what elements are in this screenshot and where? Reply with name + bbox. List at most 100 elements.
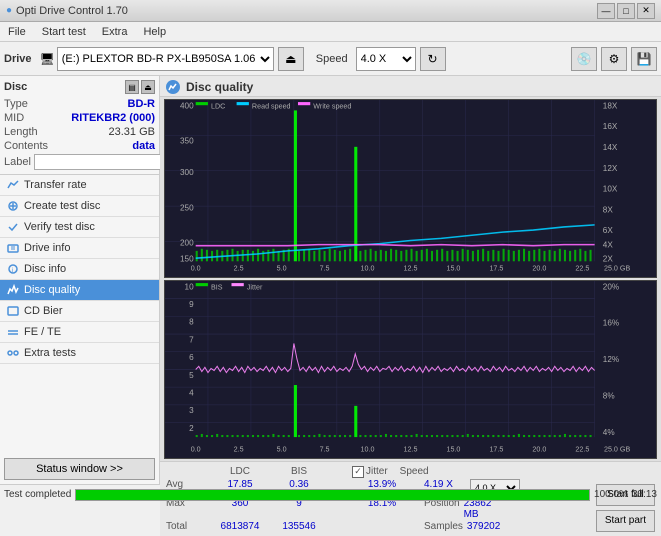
svg-text:15.0: 15.0: [446, 444, 460, 453]
samples-value: 379202: [467, 521, 500, 532]
svg-text:Read speed: Read speed: [252, 101, 291, 110]
sidebar-item-cd-bier[interactable]: CD Bier: [0, 301, 159, 322]
total-row: Total 6813874 135546 Samples 379202: [166, 521, 588, 532]
disc-panel: Disc ▤ ⏏ Type BD-R MID RITEKBR2 (000) Le…: [0, 76, 159, 175]
disc-contents-row: Contents data: [4, 140, 155, 152]
svg-text:2.5: 2.5: [234, 264, 244, 273]
svg-text:4: 4: [189, 388, 194, 397]
progress-bar-background: [75, 489, 590, 501]
ldc-header: LDC: [210, 466, 270, 478]
sidebar-item-label-drive-info: Drive info: [24, 242, 70, 254]
svg-text:17.5: 17.5: [489, 264, 503, 273]
disc-section-label: Disc: [4, 81, 27, 93]
svg-text:10.0: 10.0: [361, 444, 375, 453]
menu-help[interactable]: Help: [139, 25, 170, 39]
speed-header: Speed: [400, 466, 440, 478]
settings-button[interactable]: ⚙: [601, 47, 627, 71]
extra-tests-icon: [6, 346, 20, 360]
svg-text:12X: 12X: [603, 164, 618, 173]
max-ldc: 360: [210, 498, 270, 520]
sidebar-item-verify-test-disc[interactable]: Verify test disc: [0, 217, 159, 238]
max-jitter: 18.1%: [352, 498, 412, 520]
menu-file[interactable]: File: [4, 25, 30, 39]
sidebar-item-disc-info[interactable]: i Disc info: [0, 259, 159, 280]
speed-select[interactable]: 4.0 X 1.0 X 2.0 X 8.0 X: [356, 47, 416, 71]
status-window-button[interactable]: Status window >>: [4, 458, 155, 480]
svg-text:4X: 4X: [603, 241, 613, 250]
svg-text:15.0: 15.0: [446, 264, 460, 273]
svg-text:2: 2: [189, 424, 194, 433]
jitter-checkbox[interactable]: ✓: [352, 466, 364, 478]
position-value: 23862 MB: [464, 498, 504, 520]
disc-small-btn1[interactable]: ▤: [125, 80, 139, 94]
sidebar-item-create-test-disc[interactable]: Create test disc: [0, 196, 159, 217]
disc-contents-value: data: [132, 140, 155, 152]
svg-text:3: 3: [189, 406, 194, 415]
svg-text:12%: 12%: [603, 355, 620, 364]
svg-text:7.5: 7.5: [320, 444, 330, 453]
sidebar-item-label-cd-bier: CD Bier: [24, 305, 63, 317]
svg-text:25.0 GB: 25.0 GB: [604, 444, 630, 453]
progress-bar-fill: [76, 490, 589, 500]
disc-label-input[interactable]: [34, 154, 168, 170]
jitter-label: Jitter: [366, 466, 388, 477]
disc-length-value: 23.31 GB: [109, 126, 155, 138]
svg-text:22.5: 22.5: [575, 444, 589, 453]
transfer-rate-icon: [6, 178, 20, 192]
start-part-button[interactable]: Start part: [596, 510, 655, 532]
chart-header: Disc quality: [160, 76, 661, 97]
svg-text:17.5: 17.5: [489, 444, 503, 453]
max-bis: 9: [274, 498, 324, 520]
stats-header-row: LDC BIS ✓ Jitter Speed: [166, 466, 588, 478]
menu-start-test[interactable]: Start test: [38, 25, 90, 39]
samples-label: Samples: [424, 521, 463, 532]
minimize-button[interactable]: —: [597, 3, 615, 19]
svg-text:10: 10: [185, 282, 195, 291]
drive-select[interactable]: (E:) PLEXTOR BD-R PX-LB950SA 1.06: [57, 47, 274, 71]
max-row: Max 360 9 18.1% Position 23862 MB: [166, 498, 588, 520]
sidebar-item-drive-info[interactable]: Drive info: [0, 238, 159, 259]
disc-small-btn2[interactable]: ⏏: [141, 80, 155, 94]
refresh-button[interactable]: ↻: [420, 47, 446, 71]
titlebar-controls: — □ ✕: [597, 3, 655, 19]
maximize-button[interactable]: □: [617, 3, 635, 19]
disc-mid-value: RITEKBR2 (000): [71, 112, 155, 124]
svg-text:9: 9: [189, 300, 194, 309]
top-chart: 400 350 300 250 200 150 18X 16X 14X 12X …: [164, 99, 657, 278]
svg-text:20.0: 20.0: [532, 444, 546, 453]
sidebar-item-label-fe-te: FE / TE: [24, 326, 61, 338]
close-button[interactable]: ✕: [637, 3, 655, 19]
menu-extra[interactable]: Extra: [98, 25, 132, 39]
disc-icon-button[interactable]: 💿: [571, 47, 597, 71]
disc-header: Disc ▤ ⏏: [4, 80, 155, 94]
jitter-header-section: ✓ Jitter: [352, 466, 388, 478]
svg-text:350: 350: [180, 137, 194, 146]
svg-text:12.5: 12.5: [404, 264, 418, 273]
svg-text:150: 150: [180, 254, 194, 263]
sidebar-item-extra-tests[interactable]: Extra tests: [0, 343, 159, 364]
svg-text:12.5: 12.5: [404, 444, 418, 453]
svg-text:300: 300: [180, 168, 194, 177]
save-button[interactable]: 💾: [631, 47, 657, 71]
svg-text:8: 8: [189, 318, 194, 327]
svg-text:5.0: 5.0: [277, 264, 287, 273]
verify-test-disc-icon: [6, 220, 20, 234]
drive-eject-button[interactable]: ⏏: [278, 47, 304, 71]
create-test-disc-icon: [6, 199, 20, 213]
svg-text:22.5: 22.5: [575, 264, 589, 273]
disc-type-label: Type: [4, 98, 28, 110]
max-label: Max: [166, 498, 206, 520]
svg-text:7.5: 7.5: [320, 264, 330, 273]
sidebar-item-transfer-rate[interactable]: Transfer rate: [0, 175, 159, 196]
svg-text:8%: 8%: [603, 391, 615, 400]
disc-quality-icon: [6, 283, 20, 297]
svg-text:6: 6: [189, 353, 194, 362]
svg-text:25.0 GB: 25.0 GB: [604, 264, 630, 273]
svg-text:10X: 10X: [603, 185, 618, 194]
bottom-chart-svg: 10 9 8 7 6 5 4 3 2 20% 16% 12% 8% 4%: [165, 281, 656, 458]
sidebar-item-fe-te[interactable]: FE / TE: [0, 322, 159, 343]
svg-text:2.5: 2.5: [234, 444, 244, 453]
sidebar-item-disc-quality[interactable]: Disc quality: [0, 280, 159, 301]
menubar: File Start test Extra Help: [0, 22, 661, 42]
svg-text:5.0: 5.0: [277, 444, 287, 453]
